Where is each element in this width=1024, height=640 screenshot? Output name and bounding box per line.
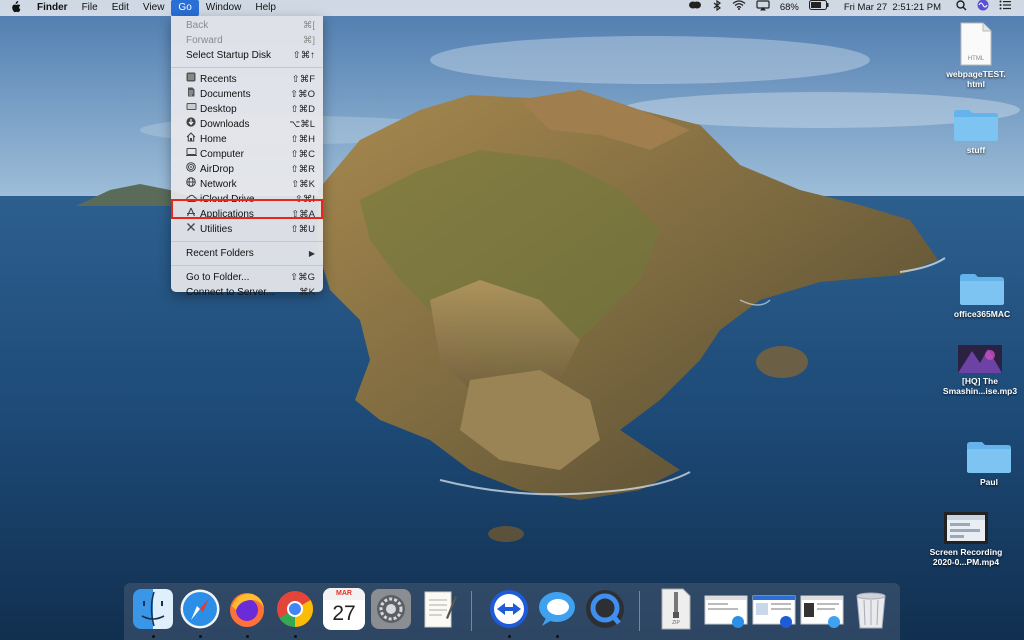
desktop-item-stuff[interactable]: stuff (926, 108, 1024, 155)
browser-window-thumbnail[interactable] (752, 588, 796, 630)
desktop-item-label: Paul (980, 477, 998, 487)
menu-window[interactable]: Window (199, 0, 249, 16)
notification-center-icon[interactable] (994, 0, 1016, 16)
trash-dock-icon[interactable] (850, 588, 892, 630)
menu-separator (171, 67, 323, 68)
go-menu-recent-folders[interactable]: Recent Folders ▶ (171, 246, 323, 261)
go-menu-desktop[interactable]: Desktop ⇧⌘D (171, 102, 323, 117)
go-menu-forward[interactable]: Forward ⌘] (171, 33, 323, 48)
audio-file-icon (958, 345, 1002, 373)
go-menu-dropdown: Back ⌘[ Forward ⌘] Select Startup Disk ⇧… (171, 16, 323, 298)
bluetooth-icon[interactable] (707, 0, 727, 17)
spotlight-search-icon[interactable] (951, 0, 972, 17)
battery-percentage: 68% (779, 2, 799, 13)
safari-window-thumbnail[interactable] (704, 588, 748, 630)
desktop-item-mp3[interactable]: [HQ] The Smashin...ise.mp3 (930, 345, 1024, 396)
desktop-item-label: Screen Recording 2020-0...PM.mp4 (929, 547, 1003, 567)
go-menu-airdrop[interactable]: AirDrop ⇧⌘R (171, 162, 323, 177)
folder-icon (960, 274, 1004, 305)
folder-icon (967, 442, 1011, 473)
desktop-item-label: webpageTEST.html (946, 69, 1006, 89)
desktop-item-screen-recording[interactable]: Screen Recording 2020-0...PM.mp4 (916, 512, 1016, 567)
network-icon (186, 177, 200, 192)
desktop-item-label: [HQ] The Smashin...ise.mp3 (942, 376, 1018, 396)
clock-icon (186, 72, 200, 87)
running-indicator (556, 635, 559, 638)
battery-icon[interactable] (804, 0, 834, 16)
menu-file[interactable]: File (75, 0, 105, 16)
svg-text:HTML: HTML (968, 56, 985, 62)
desktop-item-webpagetest[interactable]: HTML webpageTEST.html (926, 22, 1024, 89)
go-menu-back[interactable]: Back ⌘[ (171, 18, 323, 33)
running-indicator (199, 635, 202, 638)
apple-menu-icon[interactable] (0, 0, 30, 16)
running-indicator (508, 635, 511, 638)
quicktime-dock-icon[interactable] (584, 588, 626, 630)
go-menu-home[interactable]: Home ⇧⌘H (171, 132, 323, 147)
document-icon (186, 87, 200, 102)
menu-separator (171, 241, 323, 242)
go-menu-network[interactable]: Network ⇧⌘K (171, 177, 323, 192)
dock-divider (639, 591, 640, 631)
menu-separator (171, 265, 323, 266)
dock: MAR 27 ZIP (124, 583, 900, 640)
menu-go[interactable]: Go (171, 0, 199, 16)
menu-view[interactable]: View (136, 0, 172, 16)
system-preferences-dock-icon[interactable] (370, 588, 412, 630)
computer-icon (186, 147, 200, 162)
messages-window-thumbnail[interactable] (800, 588, 844, 630)
desktop-wallpaper (0, 0, 1024, 640)
desktop-item-label: office365MAC (953, 309, 1011, 319)
submenu-arrow-icon: ▶ (308, 249, 315, 258)
desktop-icon (186, 102, 200, 117)
app-menu-finder[interactable]: Finder (30, 0, 75, 16)
menu-help[interactable]: Help (248, 0, 283, 16)
airplay-icon[interactable] (751, 0, 775, 17)
chrome-dock-icon[interactable] (274, 588, 316, 630)
messages-dock-icon[interactable] (536, 588, 578, 630)
clock-datetime[interactable]: Fri Mar 27 2:51:21 PM (834, 0, 951, 16)
zip-archive-dock-icon[interactable]: ZIP (659, 588, 693, 630)
creative-cloud-icon[interactable] (683, 0, 707, 16)
siri-icon[interactable] (972, 0, 994, 17)
go-menu-go-to-folder[interactable]: Go to Folder... ⇧⌘G (171, 270, 323, 285)
video-file-icon (944, 512, 988, 544)
running-indicator (294, 635, 297, 638)
finder-dock-icon[interactable] (132, 588, 174, 630)
desktop-item-office365mac[interactable]: office365MAC (932, 272, 1024, 319)
utilities-icon (186, 222, 200, 237)
wifi-icon[interactable] (727, 0, 751, 16)
download-icon (186, 117, 200, 132)
running-indicator (152, 635, 155, 638)
dock-divider (471, 591, 472, 631)
go-menu-computer[interactable]: Computer ⇧⌘C (171, 147, 323, 162)
home-icon (186, 132, 200, 147)
go-menu-downloads[interactable]: Downloads ⌥⌘L (171, 117, 323, 132)
menu-bar: Finder File Edit View Go Window Help 68%… (0, 0, 1024, 16)
html-file-icon: HTML (960, 22, 992, 66)
go-menu-utilities[interactable]: Utilities ⇧⌘U (171, 222, 323, 237)
safari-dock-icon[interactable] (179, 588, 221, 630)
go-menu-select-startup-disk[interactable]: Select Startup Disk ⇧⌘↑ (171, 48, 323, 63)
airdrop-icon (186, 162, 200, 177)
desktop-item-paul[interactable]: Paul (939, 440, 1024, 487)
textedit-dock-icon[interactable] (418, 588, 460, 630)
go-menu-recents[interactable]: Recents ⇧⌘F (171, 72, 323, 87)
teamviewer-dock-icon[interactable] (488, 588, 530, 630)
folder-icon (954, 110, 998, 141)
go-menu-connect-to-server[interactable]: Connect to Server... ⌘K (171, 285, 323, 300)
firefox-dock-icon[interactable] (226, 588, 268, 630)
calendar-dock-icon[interactable]: MAR 27 (323, 588, 365, 630)
menu-edit[interactable]: Edit (105, 0, 136, 16)
highlight-box-applications (171, 199, 323, 219)
running-indicator (246, 635, 249, 638)
desktop-item-label: stuff (966, 145, 986, 155)
go-menu-documents[interactable]: Documents ⇧⌘O (171, 87, 323, 102)
